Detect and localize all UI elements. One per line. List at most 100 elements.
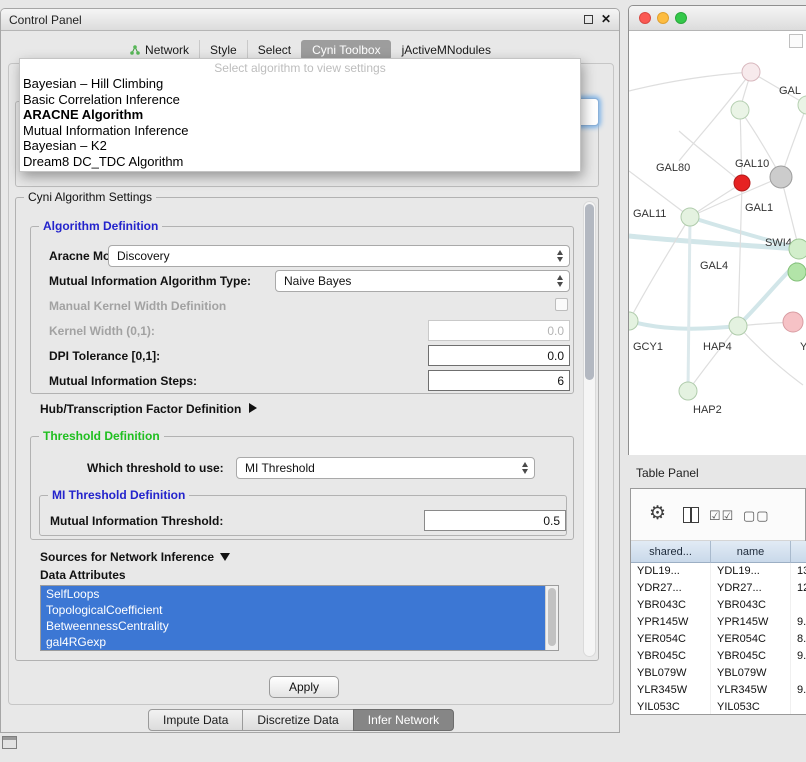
aracne-mode-select[interactable]: Discovery: [108, 245, 570, 267]
threshold-definition-group: Threshold Definition Which threshold to …: [30, 436, 574, 540]
gear-icon[interactable]: ⚙: [649, 503, 666, 525]
control-panel-window: Control Panel ✕ Network Style Select Cyn…: [0, 8, 620, 733]
deselect-all-checkboxes-icon[interactable]: ▢▢: [743, 508, 770, 524]
network-node[interactable]: [783, 312, 803, 332]
table-cell: YBR043C: [631, 597, 711, 614]
mi-threshold-input[interactable]: [424, 510, 566, 531]
tab-style[interactable]: Style: [199, 40, 247, 60]
tab-jactivemnodules[interactable]: jActiveMNodules: [391, 40, 501, 60]
list-scrollbar-thumb[interactable]: [548, 588, 556, 646]
mi-steps-input[interactable]: [428, 370, 570, 391]
column-header-shared[interactable]: shared...: [631, 541, 711, 563]
sources-section-toggle[interactable]: Sources for Network Inference: [40, 550, 230, 564]
table-row[interactable]: YBR043CYBR043C: [631, 597, 806, 614]
table-row[interactable]: YBL079WYBL079W: [631, 665, 806, 682]
network-node[interactable]: [629, 312, 638, 330]
list-item[interactable]: gal4RGexp: [41, 634, 546, 650]
zoom-traffic-light-icon[interactable]: [675, 12, 687, 24]
settings-scrollbar[interactable]: [583, 201, 596, 657]
network-overview-toggle[interactable]: [789, 34, 803, 48]
algorithm-menu-item[interactable]: Bayesian – Hill Climbing: [20, 76, 580, 92]
algorithm-menu-item[interactable]: ARACNE Algorithm: [20, 107, 580, 123]
table-row[interactable]: YBR045CYBR045C9.: [631, 648, 806, 665]
settings-scrollbar-thumb[interactable]: [585, 204, 594, 380]
table-row[interactable]: YDL19...YDL19...13: [631, 563, 806, 580]
table-row[interactable]: YPR145WYPR145W9.: [631, 614, 806, 631]
algorithm-menu-item[interactable]: Dream8 DC_TDC Algorithm: [20, 154, 580, 170]
settings-group-title: Cyni Algorithm Settings: [24, 190, 156, 204]
network-node-label: GAL80: [656, 162, 690, 174]
table-row[interactable]: YDR27...YDR27...12: [631, 580, 806, 597]
tab-discretize-data[interactable]: Discretize Data: [242, 709, 353, 731]
dpi-tolerance-label: DPI Tolerance [0,1]:: [49, 349, 160, 363]
mi-algorithm-type-select[interactable]: Naive Bayes: [275, 270, 570, 292]
table-row[interactable]: YIL053CYIL053C: [631, 699, 806, 714]
mi-steps-label: Mutual Information Steps:: [49, 374, 197, 388]
list-item[interactable]: BetweennessCentrality: [41, 618, 546, 634]
table-cell: [791, 597, 806, 614]
table-cell: [791, 665, 806, 682]
close-icon[interactable]: ✕: [601, 13, 611, 25]
algorithm-menu-item[interactable]: Mutual Information Inference: [20, 123, 580, 139]
tab-cyni-toolbox[interactable]: Cyni Toolbox: [301, 40, 390, 60]
tab-label: Select: [258, 43, 291, 57]
apply-button[interactable]: Apply: [269, 676, 339, 698]
select-all-checkboxes-icon[interactable]: ☑☑: [709, 508, 734, 524]
network-node[interactable]: [729, 317, 747, 335]
table-row[interactable]: YER054CYER054C8.: [631, 631, 806, 648]
minimize-traffic-light-icon[interactable]: [657, 12, 669, 24]
tab-network[interactable]: Network: [119, 40, 199, 60]
column-header-name[interactable]: name: [711, 541, 791, 563]
network-node[interactable]: [679, 382, 697, 400]
network-node[interactable]: [734, 175, 750, 191]
tab-label: Network: [145, 43, 189, 57]
table-cell: YBR043C: [711, 597, 791, 614]
minimized-panel-icon[interactable]: [2, 736, 17, 749]
dpi-tolerance-input[interactable]: [428, 345, 570, 366]
network-node[interactable]: [770, 166, 792, 188]
table-header: shared... name: [631, 541, 805, 563]
network-node[interactable]: [742, 63, 760, 81]
column-header-partial[interactable]: [791, 541, 806, 563]
table-row[interactable]: YLR345WYLR345W9.: [631, 682, 806, 699]
algorithm-menu-item[interactable]: Bayesian – K2: [20, 138, 580, 154]
network-node[interactable]: [731, 101, 749, 119]
table-body: YDL19...YDL19...13YDR27...YDR27...12YBR0…: [631, 563, 806, 714]
hub-section-toggle[interactable]: Hub/Transcription Factor Definition: [40, 402, 257, 416]
which-threshold-label: Which threshold to use:: [87, 461, 224, 475]
kernel-width-input[interactable]: [428, 320, 570, 341]
table-cell: YIL053C: [631, 699, 711, 714]
columns-icon[interactable]: [683, 507, 699, 523]
list-item[interactable]: SelfLoops: [41, 586, 546, 602]
list-scrollbar[interactable]: [545, 586, 558, 650]
tab-select[interactable]: Select: [247, 40, 301, 60]
close-traffic-light-icon[interactable]: [639, 12, 651, 24]
table-panel-window: ⚙ ☑☑ ▢▢ shared... name YDL19...YDL19...1…: [630, 488, 806, 715]
algorithm-menu-placeholder: Select algorithm to view settings: [20, 61, 580, 76]
network-canvas[interactable]: GALGAL80GAL10GAL11GAL1SWI4GAL4GCY1HAP4YH…: [629, 31, 806, 455]
list-item[interactable]: TopologicalCoefficient: [41, 602, 546, 618]
tab-infer-network[interactable]: Infer Network: [353, 709, 454, 731]
manual-kernel-width-checkbox[interactable]: [555, 298, 568, 311]
table-cell: YBR045C: [631, 648, 711, 665]
table-cell: YDL19...: [631, 563, 711, 580]
table-cell: YER054C: [631, 631, 711, 648]
tab-impute-data[interactable]: Impute Data: [148, 709, 243, 731]
which-threshold-select[interactable]: MI Threshold: [236, 457, 535, 479]
data-attributes-list[interactable]: SelfLoops TopologicalCoefficient Between…: [40, 585, 559, 651]
float-window-icon[interactable]: [584, 15, 593, 24]
network-node[interactable]: [788, 263, 806, 281]
algorithm-menu-item[interactable]: Basic Correlation Inference: [20, 92, 580, 108]
table-cell: 13: [791, 563, 806, 580]
network-node[interactable]: [798, 96, 806, 114]
network-node[interactable]: [789, 239, 806, 259]
network-node-label: GAL: [779, 85, 801, 97]
network-node[interactable]: [681, 208, 699, 226]
network-window-titlebar[interactable]: [629, 6, 806, 31]
network-node-label: Y: [800, 341, 806, 353]
network-node-label: GAL1: [745, 202, 773, 214]
network-svg: GALGAL80GAL10GAL11GAL1SWI4GAL4GCY1HAP4YH…: [629, 31, 806, 455]
tab-label: jActiveMNodules: [402, 43, 491, 57]
table-cell: 12: [791, 580, 806, 597]
control-panel-titlebar[interactable]: Control Panel ✕: [1, 9, 619, 31]
